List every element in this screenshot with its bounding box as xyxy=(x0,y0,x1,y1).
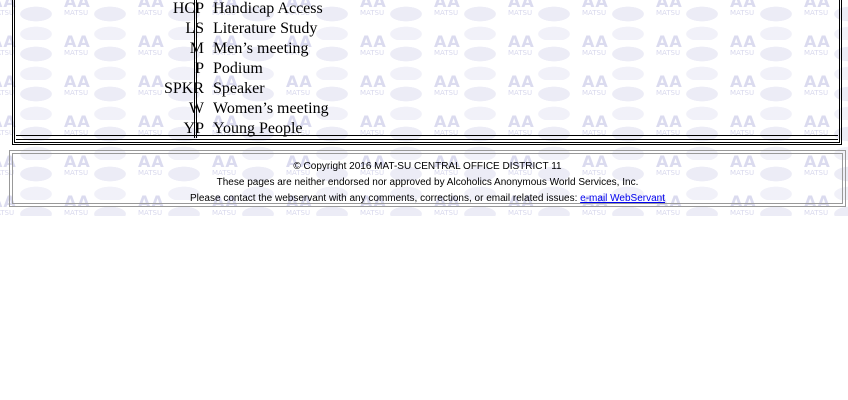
email-webservant-link[interactable]: e-mail WebServant xyxy=(580,193,665,204)
disclaimer-text: These pages are neither endorsed nor app… xyxy=(216,177,639,188)
meeting-code-legend: HCP Handicap Access LS Literature Study … xyxy=(14,0,834,140)
legend-row-w: W Women’s meeting xyxy=(14,100,834,120)
legend-row-m: M Men’s meeting xyxy=(14,40,834,60)
page-footer: © Copyright 2016 MAT-SU CENTRAL OFFICE D… xyxy=(9,159,846,207)
contact-line: Please contact the webservant with any c… xyxy=(9,191,846,207)
legend-code: SPKR xyxy=(163,80,204,97)
legend-code: M xyxy=(189,40,204,57)
legend-description: Women’s meeting xyxy=(213,100,329,117)
legend-row-hcp: HCP Handicap Access xyxy=(14,0,834,20)
legend-description: Handicap Access xyxy=(213,0,323,17)
legend-description: Men’s meeting xyxy=(213,40,309,57)
legend-description: Young People xyxy=(213,120,303,137)
legend-row-p: P Podium xyxy=(14,60,834,80)
legend-code: HCP xyxy=(172,0,204,17)
legend-code: YP xyxy=(183,120,204,137)
legend-code: LS xyxy=(185,20,204,37)
legend-row-spkr: SPKR Speaker xyxy=(14,80,834,100)
legend-code: P xyxy=(195,60,204,77)
legend-row-yp: YP Young People xyxy=(14,120,834,140)
legend-description: Podium xyxy=(213,60,263,77)
legend-description: Speaker xyxy=(213,80,265,97)
legend-description: Literature Study xyxy=(213,20,318,37)
legend-row-ls: LS Literature Study xyxy=(14,20,834,40)
contact-text: Please contact the webservant with any c… xyxy=(189,193,581,204)
legend-code: W xyxy=(188,100,204,117)
copyright-text: © Copyright 2016 MAT-SU CENTRAL OFFICE D… xyxy=(293,161,562,172)
